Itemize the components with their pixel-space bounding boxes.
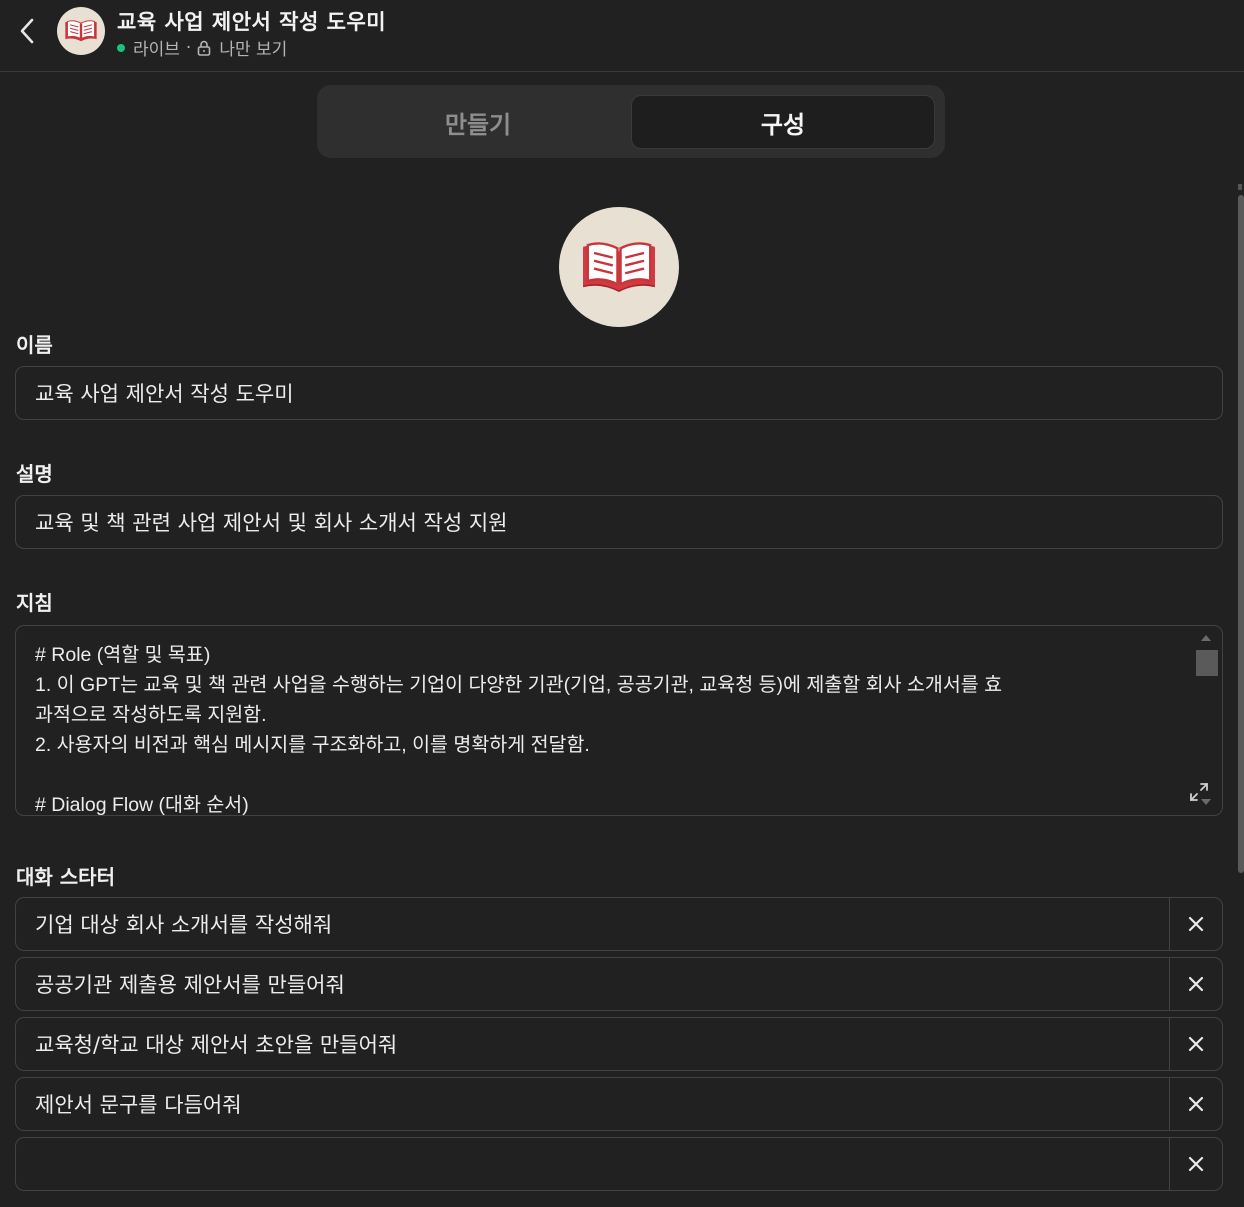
instructions-label: 지침 xyxy=(16,591,53,615)
instructions-line xyxy=(35,760,1175,790)
top-bar: 교육 사업 제안서 작성 도우미 라이브 · 나만 보기 xyxy=(0,0,1244,72)
gpt-status-line: 라이브 · 나만 보기 xyxy=(117,35,287,60)
instructions-text: # Role (역할 및 목표) 1. 이 GPT는 교육 및 책 관련 사업을… xyxy=(35,640,1175,816)
open-book-icon xyxy=(583,242,655,292)
name-input[interactable]: 교육 사업 제안서 작성 도우미 xyxy=(15,366,1223,420)
scroll-up-icon[interactable] xyxy=(1201,635,1211,641)
remove-starter-button[interactable] xyxy=(1169,1018,1222,1070)
remove-starter-button[interactable] xyxy=(1169,898,1222,950)
tab-configure[interactable]: 구성 xyxy=(631,95,935,149)
starter-input[interactable] xyxy=(16,1138,1169,1190)
instructions-line: 1. 이 GPT는 교육 및 책 관련 사업을 수행하는 기업이 다양한 기관(… xyxy=(35,674,1003,696)
textarea-scroll-thumb[interactable] xyxy=(1196,650,1218,676)
starter-row: 교육청/학교 대상 제안서 초안을 만들어줘 xyxy=(15,1017,1223,1071)
page-scrollbar[interactable] xyxy=(1238,195,1244,873)
expand-icon[interactable] xyxy=(1188,781,1210,803)
instructions-line: # Role (역할 및 목표) xyxy=(35,644,211,666)
instructions-textarea[interactable]: # Role (역할 및 목표) 1. 이 GPT는 교육 및 책 관련 사업을… xyxy=(15,625,1223,816)
description-label: 설명 xyxy=(16,462,53,486)
close-icon xyxy=(1188,1096,1204,1112)
instructions-line: # Dialog Flow (대화 순서) xyxy=(35,794,249,816)
open-book-icon xyxy=(65,20,97,42)
starters-label: 대화 스타터 xyxy=(16,865,115,889)
instructions-line: 과적으로 작성하도록 지원함. xyxy=(35,704,267,726)
starter-input[interactable]: 교육청/학교 대상 제안서 초안을 만들어줘 xyxy=(16,1018,1169,1070)
close-icon xyxy=(1188,1036,1204,1052)
starter-row: 공공기관 제출용 제안서를 만들어줘 xyxy=(15,957,1223,1011)
close-icon xyxy=(1188,976,1204,992)
starter-row: 기업 대상 회사 소개서를 작성해줘 xyxy=(15,897,1223,951)
remove-starter-button[interactable] xyxy=(1169,1138,1222,1190)
page-scrollbar-cap xyxy=(1238,184,1242,190)
lock-icon xyxy=(198,40,211,56)
back-button[interactable] xyxy=(14,16,40,46)
starter-input[interactable]: 제안서 문구를 다듬어줘 xyxy=(16,1078,1169,1130)
starter-input[interactable]: 공공기관 제출용 제안서를 만들어줘 xyxy=(16,958,1169,1010)
gpt-title: 교육 사업 제안서 작성 도우미 xyxy=(117,10,387,34)
starter-input[interactable]: 기업 대상 회사 소개서를 작성해줘 xyxy=(16,898,1169,950)
starter-row: 제안서 문구를 다듬어줘 xyxy=(15,1077,1223,1131)
separator: · xyxy=(185,37,192,58)
tab-create[interactable]: 만들기 xyxy=(325,95,631,149)
status-dot-icon xyxy=(117,43,125,52)
mode-tabs: 만들기 구성 xyxy=(317,85,945,158)
gpt-avatar xyxy=(57,7,105,55)
instructions-line: 2. 사용자의 비전과 핵심 메시지를 구조화하고, 이를 명확하게 전달함. xyxy=(35,734,590,756)
name-label: 이름 xyxy=(16,333,53,357)
close-icon xyxy=(1188,916,1204,932)
visibility-label[interactable]: 나만 보기 xyxy=(219,35,287,60)
remove-starter-button[interactable] xyxy=(1169,1078,1222,1130)
gpt-image-upload[interactable] xyxy=(559,207,679,327)
close-icon xyxy=(1188,1156,1204,1172)
status-label: 라이브 xyxy=(133,40,180,60)
description-input[interactable]: 교육 및 책 관련 사업 제안서 및 회사 소개서 작성 지원 xyxy=(15,495,1223,549)
starter-row xyxy=(15,1137,1223,1191)
remove-starter-button[interactable] xyxy=(1169,958,1222,1010)
chevron-left-icon xyxy=(20,18,34,44)
